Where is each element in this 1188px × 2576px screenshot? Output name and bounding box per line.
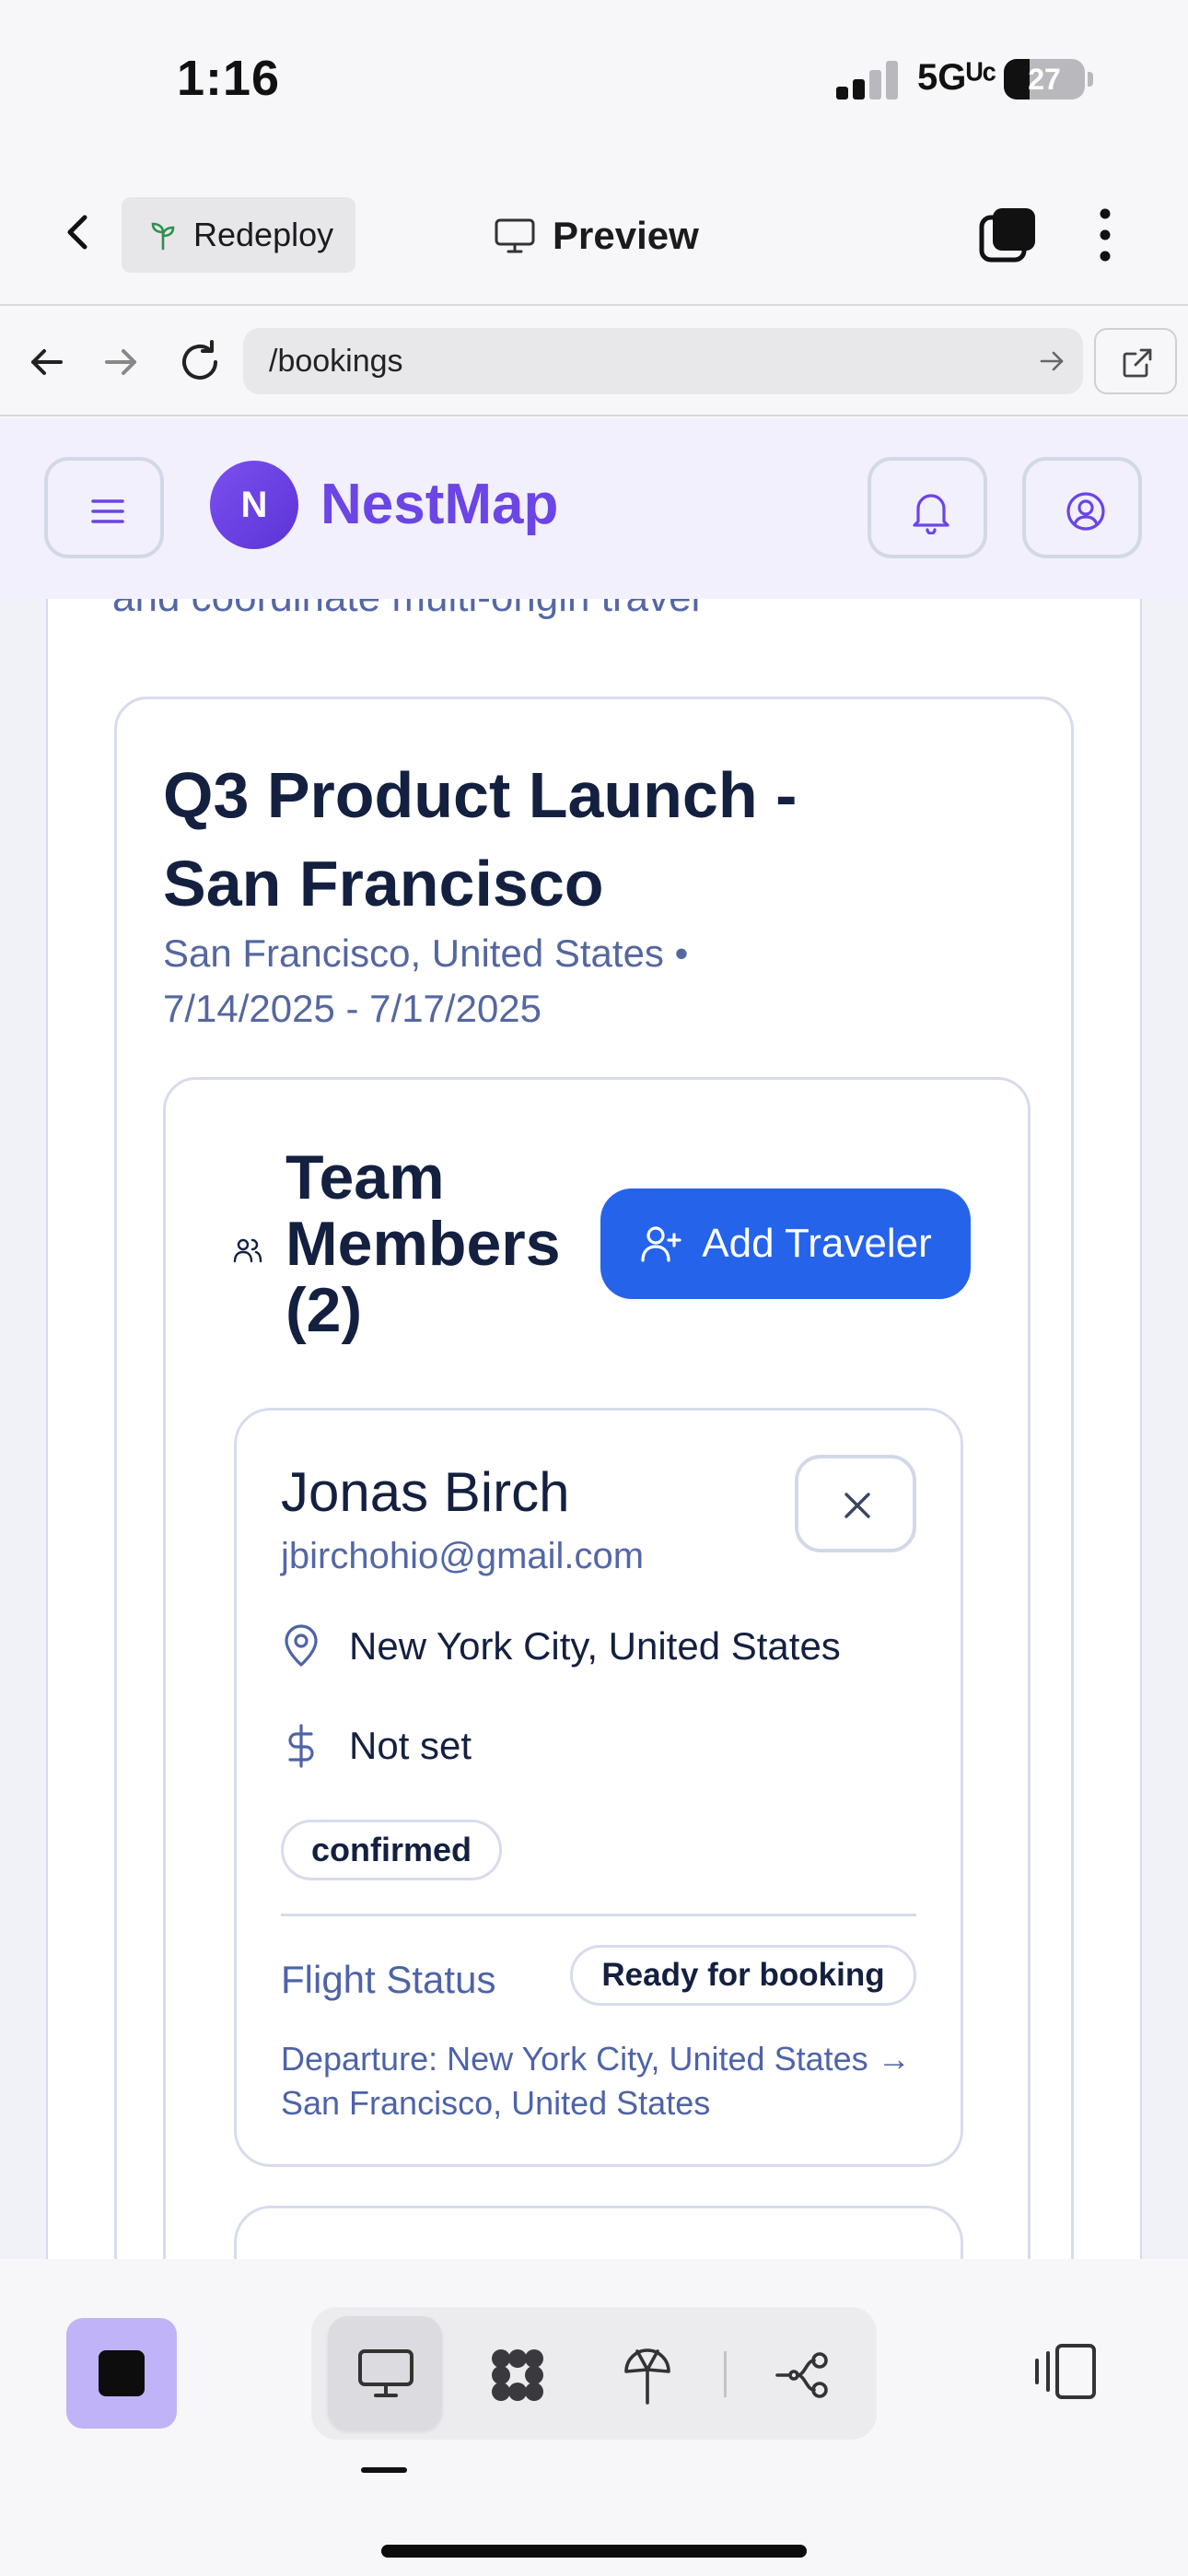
member-origin: New York City, United States — [349, 1624, 841, 1668]
divider — [281, 1914, 916, 1916]
sprout-icon — [624, 2348, 670, 2405]
menu-button[interactable] — [44, 457, 164, 558]
add-traveler-label: Add Traveler — [702, 1221, 932, 1266]
open-external-button[interactable] — [1094, 328, 1177, 394]
app-header: Redeploy Preview — [0, 157, 1188, 306]
url-bar[interactable]: /bookings — [243, 328, 1083, 394]
preview-label: Preview — [553, 214, 699, 257]
go-arrow-icon — [1040, 351, 1064, 371]
browser-bar: /bookings — [0, 308, 1188, 416]
member-budget: Not set — [349, 1724, 472, 1767]
git-view-button[interactable] — [744, 2316, 858, 2430]
redeploy-button[interactable]: Redeploy — [122, 197, 355, 273]
map-pin-icon — [285, 1624, 318, 1667]
tabs-button[interactable] — [978, 205, 1039, 265]
battery-icon: 27 — [1004, 59, 1085, 100]
monitor-icon — [495, 218, 535, 253]
branch-icon — [775, 2352, 828, 2398]
member-name: Jonas Birch — [281, 1461, 570, 1523]
member-email: jbirchohio@gmail.com — [281, 1536, 645, 1576]
logo-avatar[interactable]: N — [210, 461, 298, 549]
url-text: /bookings — [269, 344, 403, 379]
webpage-viewport[interactable]: and coordinate multi-origin travel Q3 Pr… — [0, 418, 1188, 2259]
network-label: 5Gᵁᶜ — [917, 57, 996, 98]
panel-toggle-button[interactable] — [1030, 2336, 1100, 2406]
monitor-icon — [358, 2349, 413, 2397]
member-budget-row: Not set — [281, 1718, 472, 1774]
arrow-left-icon — [31, 349, 63, 375]
close-icon — [844, 1493, 870, 1518]
pattern-icon — [492, 2349, 543, 2401]
reload-icon — [182, 340, 217, 380]
more-vertical-icon — [1100, 208, 1111, 262]
brand-name[interactable]: NestMap — [320, 472, 558, 537]
preview-title[interactable]: Preview — [494, 203, 699, 269]
back-button[interactable] — [53, 206, 105, 258]
home-indicator[interactable] — [381, 2545, 807, 2558]
toolbar-separator — [724, 2351, 727, 2397]
status-bar: 1:16 5Gᵁᶜ 27 — [0, 0, 1188, 157]
agent-view-button[interactable] — [459, 2316, 573, 2430]
trip-subtitle: San Francisco, United States • 7/14/2025… — [163, 926, 808, 1036]
view-switcher — [311, 2307, 877, 2440]
stop-button[interactable] — [66, 2318, 177, 2429]
active-tab-indicator — [361, 2467, 407, 2473]
member-card: Jonas Birch jbirchohio@gmail.com New Yor… — [234, 1408, 963, 2167]
users-icon — [233, 1238, 262, 1263]
sidebar-panel-icon — [1035, 2344, 1096, 2399]
trip-card: Q3 Product Launch - San Francisco San Fr… — [114, 697, 1074, 2259]
reload-button[interactable] — [175, 337, 225, 387]
browser-back-button[interactable] — [24, 339, 70, 385]
browser-forward-button[interactable] — [98, 339, 144, 385]
chevron-left-icon — [67, 215, 87, 250]
stop-icon — [99, 2350, 145, 2396]
trip-dates: 7/14/2025 - 7/17/2025 — [163, 987, 542, 1030]
user-circle-icon — [1066, 492, 1105, 531]
profile-button[interactable] — [1022, 457, 1142, 558]
departure-route: Departure: New York City, United States … — [281, 2040, 911, 2122]
team-members-card: Team Members (2) Add Traveler Jonas Birc… — [163, 1077, 1031, 2259]
trip-location: San Francisco, United States • — [163, 931, 689, 975]
deploy-view-button[interactable] — [589, 2316, 704, 2430]
member-card — [234, 2206, 963, 2259]
flight-status-badge: Ready for booking — [570, 1945, 916, 2006]
hamburger-icon — [91, 499, 124, 523]
remove-member-button[interactable] — [795, 1455, 916, 1552]
arrow-right-icon — [105, 349, 136, 375]
flight-status-label: Flight Status — [281, 1958, 496, 2001]
bell-icon — [913, 494, 949, 534]
external-link-icon — [1123, 348, 1152, 378]
preview-view-button[interactable] — [328, 2316, 442, 2430]
sprout-icon — [151, 222, 175, 251]
tabs-icon — [979, 208, 1035, 263]
dollar-icon — [288, 1724, 314, 1768]
bottom-toolbar — [0, 2259, 1188, 2576]
battery-tip — [1088, 72, 1093, 87]
redeploy-label: Redeploy — [193, 216, 334, 253]
add-traveler-button[interactable]: Add Traveler — [600, 1188, 971, 1299]
member-origin-row: New York City, United States — [281, 1619, 841, 1674]
signal-icon — [836, 61, 899, 100]
user-plus-icon — [641, 1226, 681, 1262]
site-header: N NestMap — [0, 418, 1188, 599]
team-members-heading: Team Members (2) — [285, 1142, 561, 1345]
notifications-button[interactable] — [868, 457, 987, 558]
trip-title: Q3 Product Launch - San Francisco — [163, 759, 798, 919]
more-button[interactable] — [1092, 205, 1118, 265]
status-time: 1:16 — [177, 51, 281, 106]
battery-level: 27 — [1028, 63, 1061, 96]
member-status-badge: confirmed — [281, 1820, 503, 1880]
